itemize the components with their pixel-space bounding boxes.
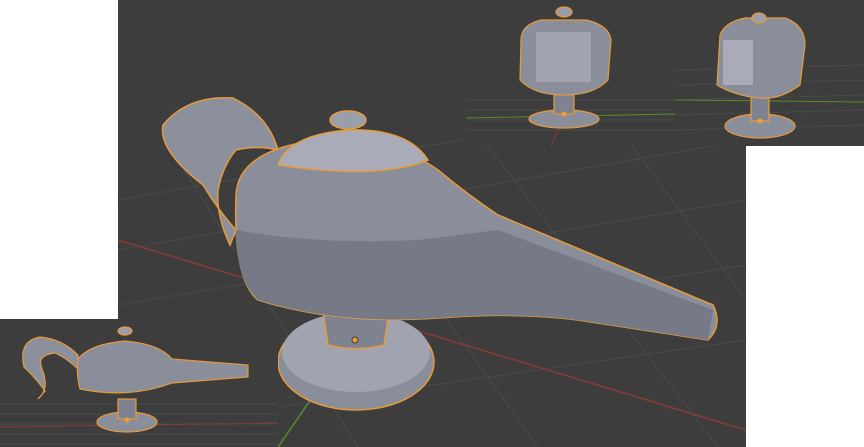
angled-view-viewport[interactable] (675, 0, 864, 146)
object-origin-dot[interactable] (757, 118, 763, 124)
lamp-mesh[interactable] (22, 326, 249, 433)
front-view-viewport[interactable] (466, 0, 675, 146)
side-view-viewport[interactable] (0, 319, 278, 447)
object-origin-dot[interactable] (124, 417, 130, 423)
angled-viewport-canvas (675, 12, 864, 139)
object-origin-dot[interactable] (351, 336, 359, 344)
side-viewport-canvas (0, 326, 278, 445)
front-viewport-canvas (466, 6, 675, 146)
object-origin-dot[interactable] (561, 111, 567, 117)
